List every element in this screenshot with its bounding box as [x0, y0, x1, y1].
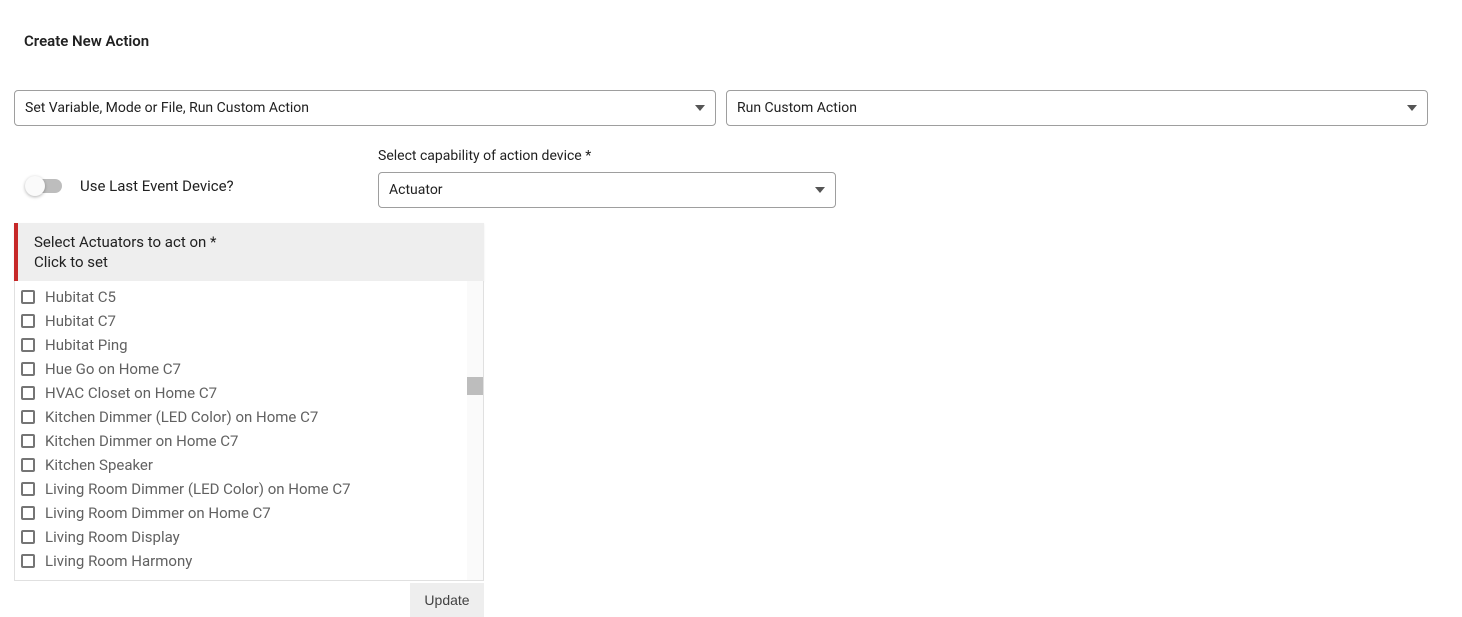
- list-item[interactable]: Living Room Dimmer on Home C7: [21, 501, 477, 525]
- toggle-knob: [25, 176, 45, 196]
- list-item[interactable]: Hue Go on Home C7: [21, 357, 477, 381]
- list-item-label: Living Room Harmony: [45, 552, 192, 570]
- list-item[interactable]: Hubitat Ping: [21, 333, 477, 357]
- checkbox-icon[interactable]: [21, 506, 35, 520]
- checkbox-icon[interactable]: [21, 362, 35, 376]
- list-item-label: Hue Go on Home C7: [45, 360, 181, 378]
- actuator-panel: Select Actuators to act on * Click to se…: [14, 223, 484, 581]
- checkbox-icon[interactable]: [21, 314, 35, 328]
- update-button[interactable]: Update: [410, 583, 484, 617]
- checkbox-icon[interactable]: [21, 290, 35, 304]
- list-item-label: Hubitat C7: [45, 312, 116, 330]
- checkbox-icon[interactable]: [21, 458, 35, 472]
- list-item[interactable]: Living Room Harmony: [21, 549, 477, 573]
- list-item[interactable]: Kitchen Dimmer on Home C7: [21, 429, 477, 453]
- checkbox-icon[interactable]: [21, 554, 35, 568]
- checkbox-icon[interactable]: [21, 530, 35, 544]
- list-item-label: Kitchen Speaker: [45, 456, 153, 474]
- list-item[interactable]: Hubitat C5: [21, 285, 477, 309]
- checkbox-icon[interactable]: [21, 410, 35, 424]
- action-type-select[interactable]: Set Variable, Mode or File, Run Custom A…: [14, 90, 716, 126]
- list-item-label: Living Room Dimmer on Home C7: [45, 504, 271, 522]
- capability-select[interactable]: Actuator: [378, 172, 836, 208]
- chevron-down-icon: [1407, 105, 1417, 111]
- chevron-down-icon: [695, 105, 705, 111]
- checkbox-icon[interactable]: [21, 434, 35, 448]
- page-title: Create New Action: [24, 32, 149, 50]
- list-item-label: Hubitat C5: [45, 288, 116, 306]
- last-event-toggle[interactable]: [28, 179, 62, 193]
- last-event-toggle-wrap: Use Last Event Device?: [28, 177, 234, 195]
- list-item-label: Living Room Display: [45, 528, 180, 546]
- actuator-list: Hubitat C5 Hubitat C7 Hubitat Ping Hue Go o…: [14, 281, 484, 581]
- capability-column: Select capability of action device * Act…: [378, 148, 836, 208]
- list-item-label: HVAC Closet on Home C7: [45, 384, 217, 402]
- list-item[interactable]: Living Room Dimmer (LED Color) on Home C…: [21, 477, 477, 501]
- action-subtype-select[interactable]: Run Custom Action: [726, 90, 1428, 126]
- list-item-label: Hubitat Ping: [45, 336, 128, 354]
- action-type-value: Set Variable, Mode or File, Run Custom A…: [25, 100, 309, 116]
- checkbox-icon[interactable]: [21, 482, 35, 496]
- list-item[interactable]: Kitchen Speaker: [21, 453, 477, 477]
- list-item[interactable]: Living Room Display: [21, 525, 477, 549]
- chevron-down-icon: [815, 187, 825, 193]
- list-item-label: Kitchen Dimmer (LED Color) on Home C7: [45, 408, 318, 426]
- list-item[interactable]: HVAC Closet on Home C7: [21, 381, 477, 405]
- list-item[interactable]: Hubitat C7: [21, 309, 477, 333]
- list-item-label: Living Room Dimmer (LED Color) on Home C…: [45, 480, 351, 498]
- checkbox-icon[interactable]: [21, 386, 35, 400]
- capability-value: Actuator: [389, 182, 443, 198]
- action-subtype-value: Run Custom Action: [737, 100, 857, 116]
- list-item-label: Kitchen Dimmer on Home C7: [45, 432, 238, 450]
- scrollbar-track[interactable]: [467, 281, 483, 580]
- action-select-row: Set Variable, Mode or File, Run Custom A…: [14, 90, 1428, 126]
- actuator-panel-header[interactable]: Select Actuators to act on * Click to se…: [14, 223, 484, 281]
- actuator-panel-subtitle: Click to set: [34, 253, 468, 271]
- scrollbar-thumb[interactable]: [467, 377, 483, 395]
- list-item[interactable]: Kitchen Dimmer (LED Color) on Home C7: [21, 405, 477, 429]
- last-event-toggle-label: Use Last Event Device?: [80, 177, 234, 195]
- row2: Use Last Event Device?: [14, 145, 234, 195]
- actuator-panel-title: Select Actuators to act on *: [34, 233, 468, 251]
- checkbox-icon[interactable]: [21, 338, 35, 352]
- capability-label: Select capability of action device *: [378, 148, 836, 164]
